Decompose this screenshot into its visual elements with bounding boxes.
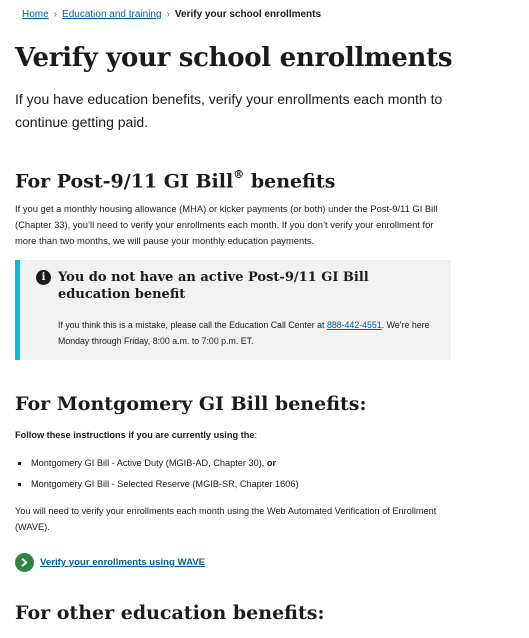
breadcrumb-separator-icon: › bbox=[53, 9, 58, 20]
chevron-right-icon bbox=[15, 553, 34, 572]
other-benefits-heading: For other education benefits: bbox=[15, 602, 325, 624]
post911-heading-text: For Post-9/11 GI Bill bbox=[15, 170, 234, 193]
alert-body: If you think this is a mistake, please c… bbox=[58, 317, 443, 349]
list-item-text: Montgomery GI Bill - Selected Reserve (M… bbox=[31, 479, 299, 489]
verify-wave-action-link[interactable]: Verify your enrollments using WAVE bbox=[15, 553, 205, 572]
list-item: Montgomery GI Bill - Selected Reserve (M… bbox=[15, 474, 299, 495]
alert-text-before: If you think this is a mistake, please c… bbox=[58, 320, 327, 330]
phone-link[interactable]: 888-442-4551 bbox=[327, 320, 382, 330]
mgib-benefit-list: Montgomery GI Bill - Active Duty (MGIB-A… bbox=[15, 453, 299, 495]
mgib-instructions-bold: Follow these instructions if you are cur… bbox=[15, 430, 255, 440]
post911-heading-suffix: benefits bbox=[244, 170, 336, 193]
post911-heading: For Post-9/11 GI Bill® benefits bbox=[15, 163, 335, 195]
breadcrumb-separator-icon: › bbox=[166, 9, 170, 20]
mgib-instructions: Follow these instructions if you are cur… bbox=[15, 428, 257, 442]
breadcrumb-current: Verify your school enrollments bbox=[174, 9, 322, 20]
info-alert: i You do not have an active Post-9/11 GI… bbox=[15, 260, 451, 360]
page: Home › Education and training › Verify your … bbox=[0, 0, 529, 638]
list-item-text: Montgomery GI Bill - Active Duty (MGIB-A… bbox=[31, 458, 267, 468]
alert-title: You do not have an active Post-9/11 GI B… bbox=[58, 270, 369, 302]
registered-mark: ® bbox=[233, 168, 245, 181]
action-link-label: Verify your enrollments using WAVE bbox=[40, 557, 206, 568]
page-title: Verify your school enrollments bbox=[15, 43, 453, 73]
wave-description: You will need to verify your enrollments… bbox=[15, 506, 437, 532]
breadcrumb: Home › Education and training › Verify your … bbox=[22, 9, 321, 20]
list-item-suffix: or bbox=[266, 458, 277, 468]
mgib-heading: For Montgomery GI Bill benefits: bbox=[15, 393, 367, 415]
breadcrumb-home-link[interactable]: Home bbox=[22, 9, 49, 20]
breadcrumb-education-link[interactable]: Education and training bbox=[62, 9, 162, 20]
post911-description: If you get a monthly housing allowance (… bbox=[15, 203, 438, 246]
info-icon: i bbox=[36, 270, 51, 285]
mgib-instructions-tail: : bbox=[254, 430, 257, 440]
list-item: Montgomery GI Bill - Active Duty (MGIB-A… bbox=[15, 453, 299, 474]
page-intro: If you have education benefits, verify y… bbox=[15, 91, 443, 130]
